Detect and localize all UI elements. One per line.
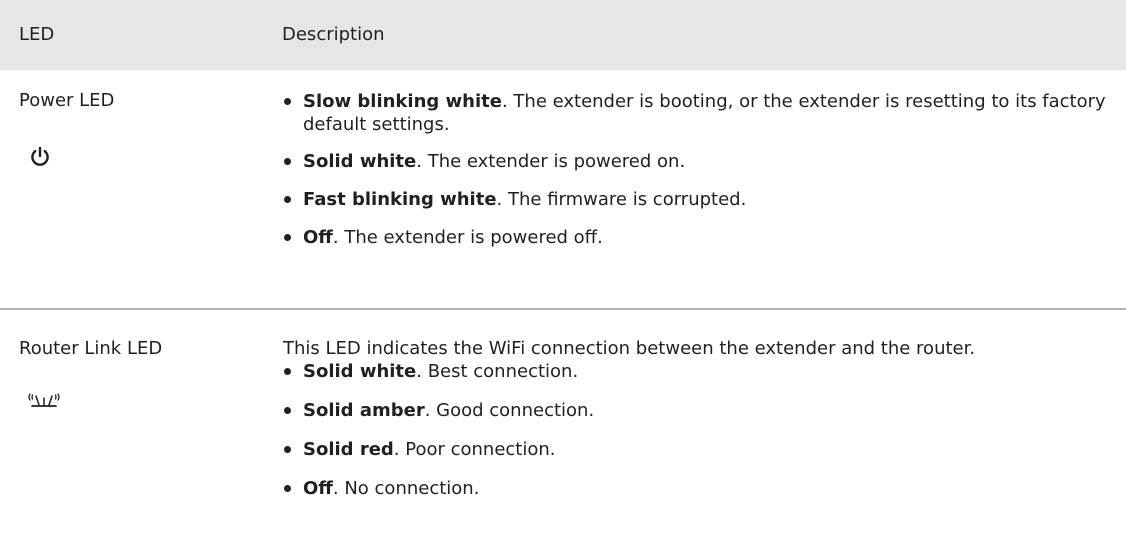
- table-header: LED Description: [0, 0, 1126, 70]
- bullet-icon: [284, 98, 291, 105]
- bullet-icon: [284, 196, 291, 203]
- list-item: Solid red. Poor connection.: [283, 438, 1123, 461]
- led-name: Router Link LED: [19, 338, 163, 359]
- description-intro: This LED indicates the WiFi connection b…: [283, 338, 976, 359]
- status-text: . Good connection.: [424, 400, 595, 421]
- status-text: . The extender is powered off.: [332, 227, 603, 248]
- bullet-icon: [284, 485, 291, 492]
- status-text: . No connection.: [332, 478, 480, 499]
- bullet-icon: [284, 234, 291, 241]
- list-item: Solid white. The extender is powered on.: [283, 150, 1123, 173]
- status-label: Solid amber: [303, 400, 425, 421]
- header-description: Description: [282, 24, 385, 45]
- status-label: Off: [303, 227, 333, 248]
- status-text: . The firmware is corrupted.: [496, 189, 747, 210]
- status-text: . The extender is powered on.: [416, 151, 686, 172]
- bullet-icon: [284, 158, 291, 165]
- status-label: Solid white: [303, 361, 417, 382]
- list-item: Solid white. Best connection.: [283, 360, 1123, 383]
- led-description: Slow blinking white. The extender is boo…: [283, 90, 1123, 264]
- power-icon: [31, 146, 49, 166]
- list-item: Slow blinking white. The extender is boo…: [283, 90, 1123, 136]
- header-led: LED: [19, 24, 55, 45]
- list-item: Solid amber. Good connection.: [283, 399, 1123, 422]
- table-row-router-link-led: Router Link LED This LED indicates the W…: [0, 310, 1126, 548]
- bullet-icon: [284, 407, 291, 414]
- status-label: Off: [303, 478, 333, 499]
- status-text: . Best connection.: [416, 361, 579, 382]
- led-name: Power LED: [19, 90, 115, 111]
- status-label: Solid white: [303, 151, 417, 172]
- list-item: Off. No connection.: [283, 477, 1123, 500]
- status-label: Solid red: [303, 439, 394, 460]
- status-label: Fast blinking white: [303, 189, 497, 210]
- status-label: Slow blinking white: [303, 91, 502, 112]
- bullet-icon: [284, 446, 291, 453]
- router-link-icon: [28, 393, 60, 407]
- status-list: Solid white. Best connection. Solid ambe…: [283, 360, 1123, 500]
- led-description: This LED indicates the WiFi connection b…: [283, 338, 1123, 516]
- status-text: . Poor connection.: [393, 439, 556, 460]
- led-table: LED Description Power LED Slow blinking …: [0, 0, 1126, 548]
- bullet-icon: [284, 368, 291, 375]
- table-row-power-led: Power LED Slow blinking white. The exten…: [0, 70, 1126, 310]
- status-list: Slow blinking white. The extender is boo…: [283, 90, 1123, 249]
- list-item: Fast blinking white. The firmware is cor…: [283, 188, 1123, 211]
- list-item: Off. The extender is powered off.: [283, 226, 1123, 249]
